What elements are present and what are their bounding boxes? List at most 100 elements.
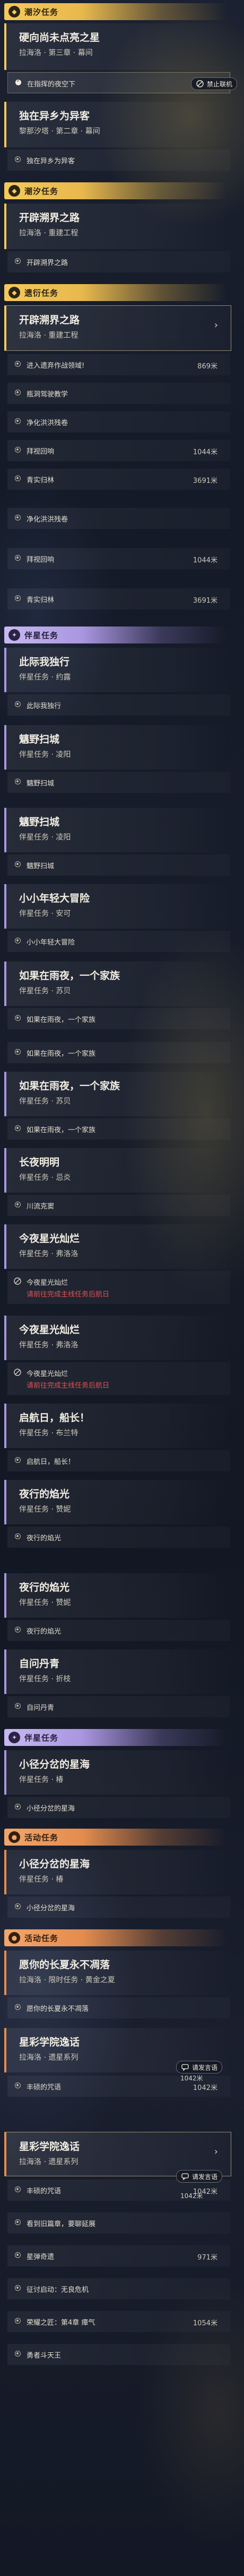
quest-step[interactable]: 瓶洞驾驶教学 — [7, 383, 230, 404]
quest-item[interactable]: 此际我独行 伴星任务 · 约露 — [4, 648, 231, 692]
quest-subtitle: 伴星任务 · 凌阳 — [19, 751, 71, 759]
quest-step[interactable]: 拜视回响 1044米 — [7, 440, 230, 461]
quest-step-locked[interactable]: 今夜星光灿烂 请前往完成主线任务后航日 — [7, 1362, 230, 1395]
disconnect-button[interactable]: 禁止联机 — [191, 77, 238, 90]
tide-quest-icon: ◆ — [8, 6, 20, 17]
quest-step[interactable]: 独在异乡为异客 — [7, 149, 230, 171]
quest-step[interactable]: 如果在雨夜，一个家族 — [7, 1008, 230, 1029]
quest-accent — [4, 1850, 6, 1894]
quest-step[interactable]: 如果在雨夜，一个家族 — [7, 1118, 230, 1140]
step-dot-icon — [15, 2351, 21, 2357]
quest-step[interactable]: 青实归林 3691米 — [7, 588, 230, 610]
step-text: 启航日，船长！ — [27, 1458, 75, 1466]
quest-accent — [4, 1573, 6, 1618]
step-text: 拜视回响 — [27, 556, 55, 564]
step-dot-icon — [15, 2004, 21, 2010]
quest-item[interactable]: 自问丹青 伴星任务 · 折枝 — [4, 1649, 231, 1694]
step-dot-icon — [15, 595, 21, 601]
quest-step[interactable]: 夜行的焰光 — [7, 1620, 230, 1641]
quest-item[interactable]: 今夜星光灿烂 伴星任务 · 弗洛洛 — [4, 1316, 231, 1360]
step-distance: 971米 — [197, 2254, 217, 2262]
section-header-companion[interactable]: ✦ 伴星任务 — [4, 627, 227, 643]
quest-step[interactable]: 自问丹青 — [7, 1696, 230, 1717]
companion-quest-icon: ✦ — [8, 1732, 20, 1743]
quest-item[interactable]: 夜行的焰光 伴星任务 · 赞妮 — [4, 1480, 231, 1524]
quest-title: 小小年轻大冒险 — [19, 893, 90, 904]
quest-step[interactable]: 拜视回响 1044米 — [7, 548, 230, 569]
quest-item-tracked[interactable]: 开辟溯界之路 拉海洛 · 重建工程 › — [4, 305, 231, 351]
quest-subtitle: 伴星任务 · 安可 — [19, 910, 71, 918]
quest-item[interactable]: 如果在雨夜，一个家族 伴星任务 · 苏贝 — [4, 961, 231, 1006]
quest-accent — [4, 2028, 6, 2072]
section-header-tide[interactable]: ◆ 潮汐任务 — [4, 182, 227, 199]
quest-item[interactable]: 小径分岔的星海 伴星任务 · 椿 — [4, 1750, 231, 1795]
section-header-event[interactable]: ● 活动任务 — [4, 1929, 227, 1946]
quest-subtitle: 伴星任务 · 约露 — [19, 673, 71, 682]
quest-step[interactable]: 勇者斗天王 — [7, 2344, 230, 2365]
section-header-companion[interactable]: ✦ 伴星任务 — [4, 1729, 227, 1746]
quest-item[interactable]: 魑野扫城 伴星任务 · 凌阳 — [4, 725, 231, 770]
speak-button[interactable]: 请发言语 — [176, 2061, 223, 2074]
quest-step[interactable]: 魑野扫城 — [7, 772, 230, 793]
quest-step[interactable]: 看到旧篇章，要聊延展 — [7, 2212, 230, 2234]
step-text: 荣耀之匠：第4章 瘴气 — [27, 2319, 95, 2327]
quest-item[interactable]: 硬向尚未点亮之星 拉海洛 · 第三章 · 幕间 — [4, 23, 231, 70]
quest-step[interactable]: 荣耀之匠：第4章 瘴气 1054米 — [7, 2311, 230, 2332]
quest-step[interactable]: 进入遗弃作战领域! 869米 — [7, 354, 230, 375]
section-header-tide[interactable]: ◆ 潮汐任务 — [4, 3, 227, 20]
quest-step[interactable]: 开辟溯界之路 — [7, 251, 230, 272]
quest-item[interactable]: 独在异乡为异客 黎那汐塔 · 第二章 · 幕间 — [4, 102, 231, 147]
quest-step[interactable]: 夜行的焰光 — [7, 1527, 230, 1548]
step-text: 独在异乡为异客 — [27, 157, 75, 165]
quest-step[interactable]: 如果在雨夜，一个家族 — [7, 1042, 230, 1063]
quest-item[interactable]: 小小年轻大冒险 伴星任务 · 安可 — [4, 884, 231, 929]
quest-item[interactable]: 如果在雨夜，一个家族 伴星任务 · 苏贝 — [4, 1072, 231, 1116]
quest-accent — [4, 2132, 6, 2176]
quest-item[interactable]: 启航日，船长！ 伴星任务 · 布兰特 — [4, 1404, 231, 1448]
quest-step[interactable]: 征讨启动：无良危机 — [7, 2278, 230, 2299]
step-text: 在指挥的夜空下 — [27, 81, 76, 89]
quest-step[interactable]: 净化洪洪残卷 — [7, 508, 230, 529]
quest-subtitle: 伴星任务 · 椿 — [19, 1776, 64, 1784]
quest-step[interactable]: 星弹奇遗 971米 — [7, 2245, 230, 2266]
step-dot-icon — [15, 361, 21, 367]
quest-accent — [4, 725, 6, 770]
quest-step-locked[interactable]: 今夜星光灿烂 请前往完成主线任务后航日 — [7, 1271, 230, 1304]
quest-step[interactable]: 小径分岔的星海 — [7, 1797, 230, 1818]
quest-item[interactable]: 开辟溯界之路 拉海洛 · 重建工程 — [4, 204, 231, 249]
section-header-legacy[interactable]: ◆ 遗衍任务 — [4, 284, 227, 301]
quest-subtitle: 拉海洛 · 限时任务 · 黄金之夏 — [19, 1976, 115, 1984]
quest-step[interactable]: 小小年轻大冒险 — [7, 931, 230, 952]
quest-subtitle: 伴星任务 · 弗洛洛 — [19, 1341, 79, 1349]
step-text: 拜视回响 — [27, 448, 55, 456]
quest-subtitle: 伴星任务 · 忌炎 — [19, 1174, 71, 1182]
quest-item[interactable]: 长夜明明 伴星任务 · 忌炎 — [4, 1148, 231, 1193]
quest-item[interactable]: 今夜星光灿烂 伴星任务 · 弗洛洛 — [4, 1224, 231, 1269]
quest-step[interactable]: 此际我独行 — [7, 694, 230, 716]
quest-subtitle: 伴星任务 · 椿 — [19, 1875, 64, 1884]
step-text: 小小年轻大冒险 — [27, 939, 75, 947]
quest-accent — [4, 1480, 6, 1524]
quest-step[interactable]: 净化洪洪残卷 — [7, 411, 230, 433]
quest-step[interactable]: 启航日，船长！ — [7, 1450, 230, 1471]
quest-accent — [4, 1224, 6, 1269]
section-title: 伴星任务 — [24, 630, 59, 640]
quest-step[interactable]: 愿你的长夏永不凋落 — [7, 1997, 230, 2018]
step-dot-icon — [15, 447, 21, 453]
quest-step[interactable]: 川流克窦 — [7, 1195, 230, 1216]
quest-item[interactable]: 愿你的长夏永不凋落 拉海洛 · 限时任务 · 黄金之夏 — [4, 1951, 231, 1995]
quest-step[interactable]: 魑野扫城 — [7, 854, 230, 876]
step-dot-icon — [15, 1804, 21, 1810]
section-header-event[interactable]: ● 活动任务 — [4, 1829, 227, 1846]
event-quest-icon: ● — [8, 1831, 20, 1843]
step-warning: 请前往完成主线任务后航日 — [27, 1291, 110, 1299]
quest-subtitle: 伴星任务 · 弗洛洛 — [19, 1250, 79, 1258]
quest-item[interactable]: 夜行的焰光 伴星任务 · 赞妮 — [4, 1573, 231, 1618]
quest-title: 自问丹青 — [19, 1658, 60, 1670]
quest-item[interactable]: 魑野扫城 伴星任务 · 凌阳 — [4, 808, 231, 852]
quest-item[interactable]: 小径分岔的星海 伴星任务 · 椿 — [4, 1850, 231, 1894]
quest-step[interactable]: 青实归林 3691米 — [7, 469, 230, 490]
quest-subtitle: 拉海洛 · 重建工程 — [19, 229, 79, 237]
step-text: 进入遗弃作战领域! — [27, 362, 85, 370]
quest-step[interactable]: 小径分岔的星海 — [7, 1896, 230, 1918]
